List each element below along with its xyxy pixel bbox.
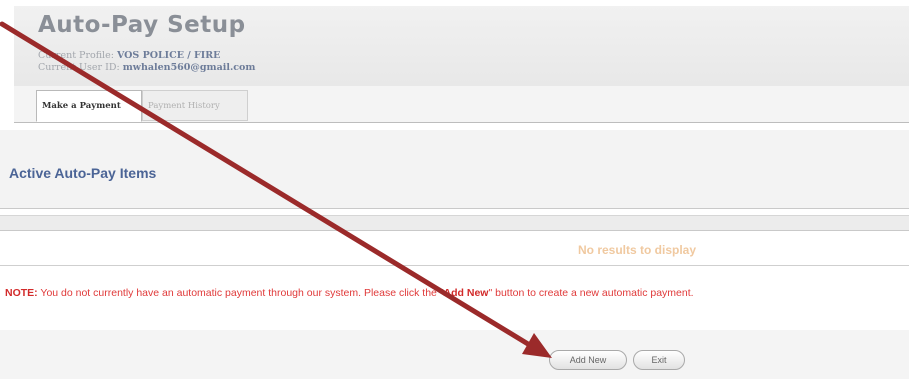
table-header-bar — [0, 215, 909, 231]
current-user-label: Current User ID: — [38, 62, 120, 73]
no-results-message: No results to display — [578, 243, 697, 257]
add-new-button[interactable]: Add New — [549, 350, 627, 370]
current-profile: Current Profile: VOS POLICE / FIRE — [38, 50, 220, 61]
exit-button[interactable]: Exit — [633, 350, 685, 370]
note-text-after: " button to create a new automatic payme… — [488, 287, 694, 299]
tab-make-a-payment[interactable]: Make a Payment — [36, 90, 142, 122]
page-title: Auto-Pay Setup — [38, 12, 246, 38]
results-area: No results to display — [0, 233, 909, 266]
tab-payment-history[interactable]: Payment History — [142, 90, 248, 121]
note-message: NOTE: You do not currently have an autom… — [5, 287, 905, 299]
note-prefix: NOTE: — [5, 287, 38, 299]
active-autopay-section: Active Auto-Pay Items — [0, 130, 909, 209]
note-highlight: Add New — [443, 287, 489, 299]
current-profile-label: Current Profile: — [38, 50, 114, 61]
current-user-value: mwhalen560@gmail.com — [122, 62, 256, 73]
tab-bar: Make a Payment Payment History — [14, 86, 909, 123]
note-text-before: You do not currently have an automatic p… — [37, 287, 444, 299]
current-profile-value: VOS POLICE / FIRE — [116, 50, 221, 61]
section-title: Active Auto-Pay Items — [9, 165, 157, 181]
current-user-id: Current User ID: mwhalen560@gmail.com — [38, 62, 255, 73]
page-header: Auto-Pay Setup Current Profile: VOS POLI… — [14, 6, 909, 87]
footer-bar — [0, 330, 909, 379]
